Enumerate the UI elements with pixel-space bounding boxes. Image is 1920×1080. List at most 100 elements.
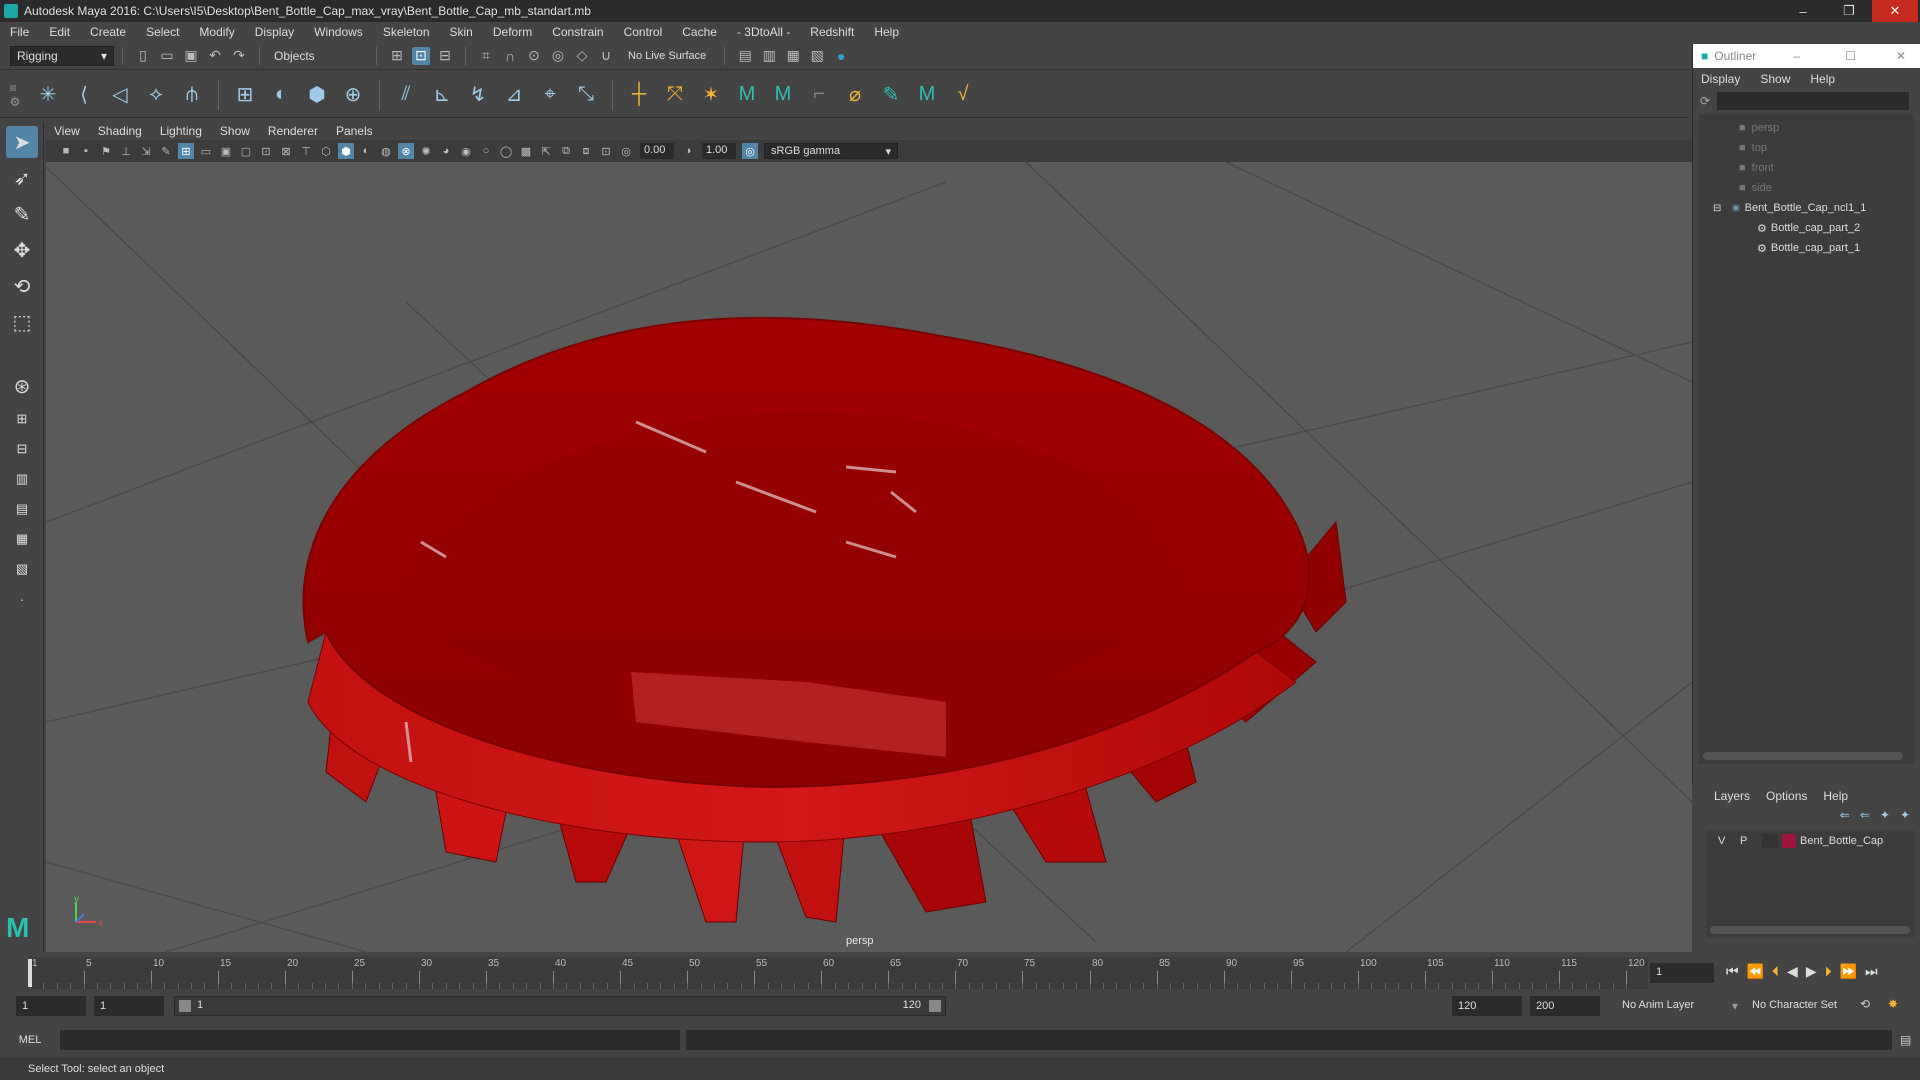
time-slider[interactable]: 1 5 10 15 20 25 30 35 40 45 50 55 60 65 70 75 80 85 90 95 10… bbox=[0, 955, 1920, 991]
layer-menu-layers[interactable]: Layers bbox=[1714, 789, 1750, 803]
end-time-field[interactable]: 200 bbox=[1530, 996, 1600, 1016]
menu-display[interactable]: Display bbox=[255, 25, 294, 39]
layout-four-icon[interactable]: ⊟ bbox=[6, 436, 38, 462]
range-slider-bar[interactable]: 1 120 bbox=[174, 996, 946, 1016]
layout-single-icon[interactable]: ⊞ bbox=[6, 406, 38, 432]
script-editor-icon[interactable]: ▤ bbox=[1900, 1033, 1911, 1047]
grid-icon[interactable]: ⊞ bbox=[178, 143, 194, 159]
show-manipulator-icon[interactable]: ⊛ bbox=[6, 370, 38, 402]
lasso-tool-icon[interactable]: ➶ bbox=[6, 162, 38, 194]
maya-tool-b-icon[interactable]: M bbox=[770, 82, 796, 108]
2d-pan-icon[interactable]: ⇲ bbox=[138, 143, 154, 159]
menu-constrain[interactable]: Constrain bbox=[552, 25, 603, 39]
scale-tool-icon[interactable]: ⬚ bbox=[6, 306, 38, 338]
menu-cache[interactable]: Cache bbox=[682, 25, 717, 39]
gamma-field[interactable]: 1.00 bbox=[702, 143, 736, 159]
grease-pencil-icon[interactable]: ✎ bbox=[158, 143, 174, 159]
joint-tool-icon[interactable]: ✳ bbox=[35, 82, 61, 108]
layout-two-icon[interactable]: ▥ bbox=[6, 466, 38, 492]
resolution-gate-icon[interactable]: ▣ bbox=[218, 143, 234, 159]
layout-persp-graph-icon[interactable]: ▤ bbox=[6, 496, 38, 522]
layer-row[interactable]: V P Bent_Bottle_Cap bbox=[1706, 830, 1914, 852]
lattice-icon[interactable]: ⬢ bbox=[304, 82, 330, 108]
bind-skin-icon[interactable]: ⊞ bbox=[232, 82, 258, 108]
menu-windows[interactable]: Windows bbox=[314, 25, 363, 39]
auto-key-icon[interactable]: ⟲ bbox=[1860, 997, 1870, 1011]
layer-menu-help[interactable]: Help bbox=[1823, 789, 1848, 803]
render-frame-icon[interactable]: ▥ bbox=[760, 47, 778, 65]
snap-grid-icon[interactable]: ⌗ bbox=[477, 47, 495, 65]
motion-blur-icon[interactable]: ○ bbox=[478, 143, 494, 159]
chevron-down-icon[interactable]: ▾ bbox=[1732, 999, 1738, 1013]
menu-3dtoall[interactable]: - 3DtoAll - bbox=[737, 25, 790, 39]
save-scene-icon[interactable]: ▣ bbox=[182, 47, 200, 65]
outliner-item-part2[interactable]: ⚙ Bottle_cap_part_2 bbox=[1699, 218, 1914, 238]
default-material-icon[interactable]: ◐ bbox=[358, 143, 374, 159]
textured-icon[interactable]: ⊗ bbox=[398, 143, 414, 159]
time-ruler[interactable]: 1 5 10 15 20 25 30 35 40 45 50 55 60 65 70 75 80 85 90 95 10… bbox=[28, 957, 1648, 989]
animation-prefs-icon[interactable]: ✸ bbox=[1888, 997, 1898, 1011]
snap-surface-icon[interactable]: ◇ bbox=[573, 47, 591, 65]
layer-name[interactable]: Bent_Bottle_Cap bbox=[1800, 835, 1883, 847]
minimize-button[interactable]: – bbox=[1780, 0, 1826, 22]
menu-select[interactable]: Select bbox=[146, 25, 179, 39]
cluster-icon[interactable]: ⊕ bbox=[340, 82, 366, 108]
xray-icon[interactable]: ⧉ bbox=[558, 143, 574, 159]
menu-help[interactable]: Help bbox=[874, 25, 899, 39]
outliner-item-persp[interactable]: ■ persp bbox=[1699, 118, 1914, 138]
screen-ao-icon[interactable]: ◉ bbox=[458, 143, 474, 159]
maya-tool-c-icon[interactable]: M bbox=[914, 82, 940, 108]
ik-spline-icon[interactable]: ⫛ bbox=[179, 82, 205, 108]
menu-deform[interactable]: Deform bbox=[493, 25, 532, 39]
viewport-menu-show[interactable]: Show bbox=[220, 124, 250, 138]
refresh-icon[interactable]: ⟳ bbox=[1693, 94, 1717, 108]
menu-modify[interactable]: Modify bbox=[199, 25, 234, 39]
gamma-icon[interactable]: ◑ bbox=[680, 143, 696, 159]
outliner-menu-display[interactable]: Display bbox=[1701, 72, 1740, 86]
point-constraint-icon[interactable]: ⊾ bbox=[429, 82, 455, 108]
layer-hscrollbar[interactable] bbox=[1710, 926, 1910, 934]
scale-constraint-icon[interactable]: ⊿ bbox=[501, 82, 527, 108]
outliner-item-side[interactable]: ■ side bbox=[1699, 178, 1914, 198]
aim-constraint-icon[interactable]: ⌖ bbox=[537, 82, 563, 108]
viewport-menu-view[interactable]: View bbox=[54, 124, 80, 138]
layer-color-swatch[interactable] bbox=[1782, 834, 1796, 848]
xray-components-icon[interactable]: ⊡ bbox=[598, 143, 614, 159]
check-tool-icon[interactable]: √ bbox=[950, 82, 976, 108]
wireframe-icon[interactable]: ⬡ bbox=[318, 143, 334, 159]
layer-menu-options[interactable]: Options bbox=[1766, 789, 1807, 803]
outliner-item-top[interactable]: ■ top bbox=[1699, 138, 1914, 158]
menu-file[interactable]: File bbox=[10, 25, 29, 39]
restore-button[interactable]: ❐ bbox=[1826, 0, 1872, 22]
step-back-icon[interactable]: ⏪ bbox=[1747, 963, 1764, 980]
undo-icon[interactable]: ↶ bbox=[206, 47, 224, 65]
new-layer-icon[interactable]: ✦ bbox=[1880, 808, 1890, 828]
play-forward-icon[interactable]: ▶ bbox=[1806, 963, 1817, 980]
character-set-dropdown[interactable]: No Character Set bbox=[1752, 999, 1837, 1011]
isolate-select-icon[interactable]: ⇱ bbox=[538, 143, 554, 159]
brush-tool-icon[interactable]: ✎ bbox=[878, 82, 904, 108]
camera-icon[interactable]: ■ bbox=[58, 143, 74, 159]
set-key-icon[interactable]: ⤧ bbox=[662, 82, 688, 108]
viewport-menu-renderer[interactable]: Renderer bbox=[268, 124, 318, 138]
play-backward-icon[interactable]: ◀ bbox=[1787, 963, 1798, 980]
ipr-render-icon[interactable]: ▦ bbox=[784, 47, 802, 65]
locator-icon[interactable]: ┼ bbox=[626, 82, 652, 108]
playback-start-field[interactable]: 1 bbox=[94, 996, 164, 1016]
menu-edit[interactable]: Edit bbox=[49, 25, 70, 39]
paint-select-icon[interactable]: ✎ bbox=[6, 198, 38, 230]
new-layer-selected-icon[interactable]: ✦ bbox=[1900, 808, 1910, 828]
open-scene-icon[interactable]: ▭ bbox=[158, 47, 176, 65]
outliner-item-part1[interactable]: ⚙ Bottle_cap_part_1 bbox=[1699, 238, 1914, 258]
paint-weights-icon[interactable]: ⌀ bbox=[842, 82, 868, 108]
selection-mode-dropdown[interactable]: Objects bbox=[268, 45, 368, 66]
exposure-field[interactable]: 0.00 bbox=[640, 143, 674, 159]
shadows-icon[interactable]: ◕ bbox=[438, 143, 454, 159]
go-to-start-icon[interactable]: ⏮ bbox=[1726, 963, 1739, 980]
depth-of-field-icon[interactable]: ▩ bbox=[518, 143, 534, 159]
gate-mask-icon[interactable]: ▢ bbox=[238, 143, 254, 159]
magnet-icon[interactable]: ∪ bbox=[597, 47, 615, 65]
layer-type-toggle[interactable] bbox=[1762, 834, 1778, 848]
outliner-maximize-button[interactable]: ☐ bbox=[1845, 49, 1856, 63]
layer-move-up-icon[interactable]: ⇐ bbox=[1840, 808, 1850, 828]
